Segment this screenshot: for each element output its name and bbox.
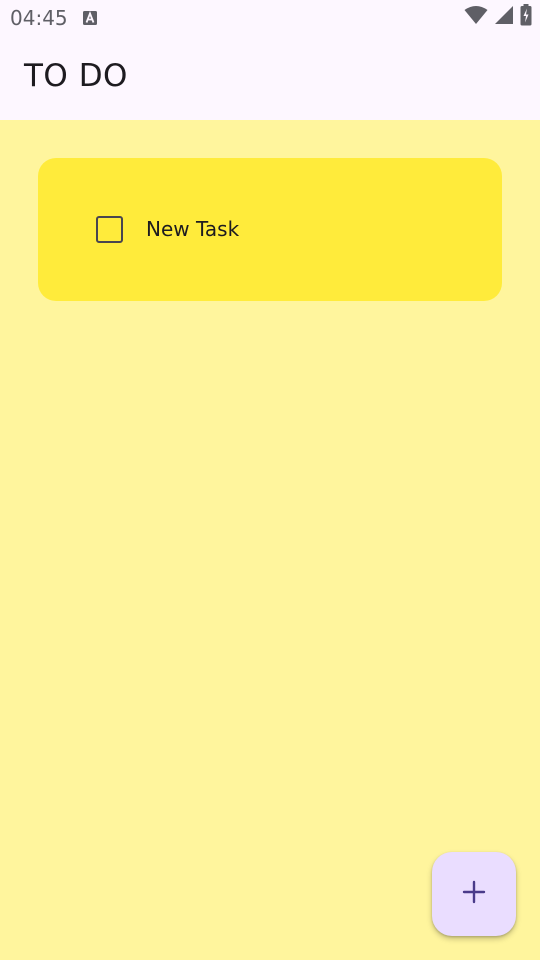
cellular-signal-icon — [494, 5, 514, 30]
task-card[interactable]: New Task — [38, 158, 502, 301]
task-checkbox[interactable] — [96, 216, 123, 243]
add-task-button[interactable] — [432, 852, 516, 936]
page-title: TO DO — [24, 58, 128, 94]
task-list: New Task — [0, 120, 540, 960]
status-bar: 04:45 — [0, 0, 540, 36]
status-time: 04:45 — [10, 6, 68, 30]
plus-icon — [461, 879, 487, 910]
battery-charging-icon — [520, 3, 532, 31]
a-notification-icon — [82, 10, 98, 26]
task-label: New Task — [146, 217, 240, 241]
app-bar: TO DO — [0, 36, 540, 120]
wifi-icon — [464, 5, 488, 30]
status-icons — [464, 3, 532, 31]
